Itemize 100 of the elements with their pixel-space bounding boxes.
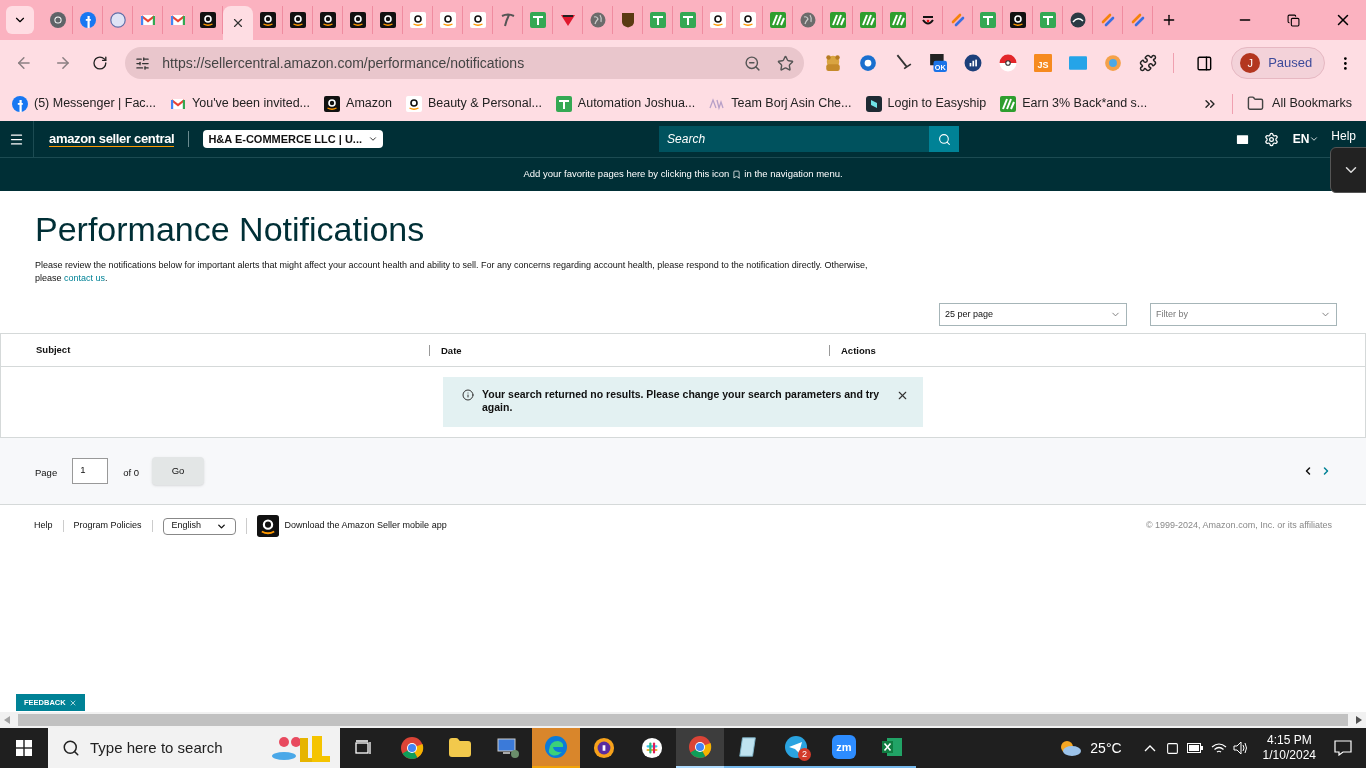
- extension-icon[interactable]: [964, 54, 983, 72]
- footer-link[interactable]: Help: [34, 519, 53, 533]
- restore-icon[interactable]: [1287, 13, 1300, 27]
- horizontal-scrollbar[interactable]: [0, 712, 1366, 728]
- volume-icon[interactable]: [1232, 741, 1249, 755]
- notifications-icon[interactable]: [1334, 740, 1352, 756]
- clock[interactable]: 4:15 PM 1/10/2024: [1258, 733, 1320, 763]
- page-description: Please review the notifications below for important alerts that might affect your account health and ability to sell. For any concerns regarding account health, please respond to the notification directly. Otherwise, please contact us.: [35, 259, 869, 285]
- weather-icon: [1058, 739, 1083, 757]
- bookmark-item[interactable]: Login to Easyship: [865, 94, 987, 113]
- site-icon: [79, 12, 96, 28]
- extension-icon[interactable]: [999, 54, 1018, 72]
- url-text: https://sellercentral.amazon.com/performance/notifications: [162, 53, 525, 73]
- language-button[interactable]: EN: [1292, 130, 1320, 148]
- site-icon: [409, 12, 426, 28]
- windows-logo-icon: [16, 740, 32, 756]
- site-icon: [979, 12, 996, 28]
- close-icon[interactable]: [231, 16, 245, 30]
- site-icon: [1000, 95, 1017, 112]
- site-icon: [259, 12, 276, 28]
- column-header[interactable]: Subject: [36, 343, 71, 355]
- site-icon: [139, 12, 156, 28]
- taskbar-search-field[interactable]: Type here to search: [48, 728, 340, 768]
- site-icon: [319, 12, 336, 28]
- logo: amazon seller central: [49, 131, 175, 147]
- page-input[interactable]: 1: [72, 458, 109, 484]
- taskbar-app[interactable]: 2: [772, 728, 820, 768]
- bookmark-item[interactable]: Beauty & Personal...: [405, 94, 542, 113]
- bookmark-icon: [732, 170, 742, 179]
- side-panel-icon[interactable]: [1196, 54, 1214, 72]
- site-icon: [499, 12, 516, 28]
- scroll-right-icon[interactable]: [1356, 716, 1362, 724]
- chevron-down-icon: [368, 134, 379, 144]
- bookmark-star-icon[interactable]: [777, 54, 795, 72]
- bookmark-item[interactable]: Earn 3% Back*and s...: [1000, 94, 1148, 113]
- zoom-icon[interactable]: [744, 54, 762, 72]
- language-select[interactable]: English: [162, 517, 236, 535]
- info-icon: [462, 389, 474, 401]
- site-icon: [1039, 12, 1056, 28]
- taskbar-app[interactable]: [676, 728, 724, 768]
- help-link[interactable]: Help: [1331, 127, 1356, 145]
- bookmark-item[interactable]: Team Borj Asin Che...: [709, 94, 852, 113]
- notification-badge: 2: [798, 748, 811, 761]
- bookmark-item[interactable]: (5) Messenger | Fac...: [12, 94, 157, 113]
- extensions-icon[interactable]: [1139, 54, 1158, 72]
- address-bar[interactable]: https://sellercentral.amazon.com/performance/notifications: [125, 47, 805, 79]
- app-download-link[interactable]: Download the Amazon Seller mobile app: [284, 519, 447, 533]
- all-bookmarks-button[interactable]: All Bookmarks: [1247, 94, 1352, 113]
- site-icon: [559, 12, 576, 28]
- site-icon: [1069, 12, 1086, 28]
- site-icon: [589, 12, 606, 28]
- settings-icon[interactable]: [1263, 131, 1279, 147]
- reload-icon[interactable]: [91, 55, 108, 71]
- battery-icon[interactable]: [1186, 743, 1203, 753]
- page-count: of 0: [123, 465, 140, 480]
- profile-button[interactable]: J Paused: [1231, 47, 1326, 79]
- copyright: © 1999-2024, Amazon.com, Inc. or its affiliates: [1145, 519, 1332, 533]
- bookmark-item[interactable]: Amazon: [324, 94, 392, 113]
- bookmark-item[interactable]: Automation Joshua...: [555, 94, 696, 113]
- search-icon: [937, 132, 951, 146]
- go-button[interactable]: Go: [152, 457, 205, 485]
- mail-icon[interactable]: [1234, 131, 1250, 147]
- site-icon: [1009, 12, 1026, 28]
- new-tab-icon[interactable]: [1161, 12, 1177, 28]
- site-icon: [109, 12, 126, 28]
- page-title: Performance Notifications: [35, 209, 426, 249]
- temperature: 25°C: [1090, 738, 1122, 758]
- alert-message: Your search returned no results. Please change your search parameters and try again.: [482, 388, 881, 414]
- column-header[interactable]: Actions: [841, 344, 876, 356]
- search-icon: [62, 739, 80, 757]
- search-button[interactable]: [929, 126, 960, 152]
- site-icon: [1129, 12, 1146, 28]
- close-icon: [68, 698, 77, 707]
- site-icon: [889, 12, 906, 28]
- filter-select[interactable]: Filter by: [1150, 303, 1337, 326]
- close-icon[interactable]: [896, 389, 909, 402]
- site-icon: [379, 12, 396, 28]
- extension-icon[interactable]: [859, 54, 878, 72]
- site-icon: [739, 12, 756, 28]
- extension-icon[interactable]: [894, 54, 913, 72]
- site-icon: [679, 12, 696, 28]
- column-header[interactable]: Date: [441, 344, 462, 356]
- date: 1/10/2024: [1262, 748, 1316, 763]
- site-icon: [769, 12, 786, 28]
- site-icon: [949, 12, 966, 28]
- menu-icon: [9, 131, 24, 147]
- wifi-icon[interactable]: [1210, 742, 1227, 754]
- back-icon[interactable]: [15, 54, 33, 72]
- bookmark-item[interactable]: You've been invited...: [170, 94, 311, 113]
- site-icon: [529, 12, 546, 28]
- footer-link[interactable]: Program Policies: [73, 519, 142, 533]
- caret-icon[interactable]: [1143, 744, 1156, 752]
- spreadsheet-icon: [880, 735, 904, 759]
- account-selector[interactable]: H&A E-COMMERCE LLC | U...: [203, 130, 384, 148]
- monitor-icon: [496, 736, 520, 760]
- banner-text: Add your favorite pages here by clicking this icon: [523, 167, 730, 182]
- app-icon: [256, 515, 279, 537]
- per-page-select[interactable]: 25 per page: [939, 303, 1127, 326]
- site-settings-icon[interactable]: [135, 55, 151, 71]
- search-field[interactable]: Search: [659, 126, 930, 152]
